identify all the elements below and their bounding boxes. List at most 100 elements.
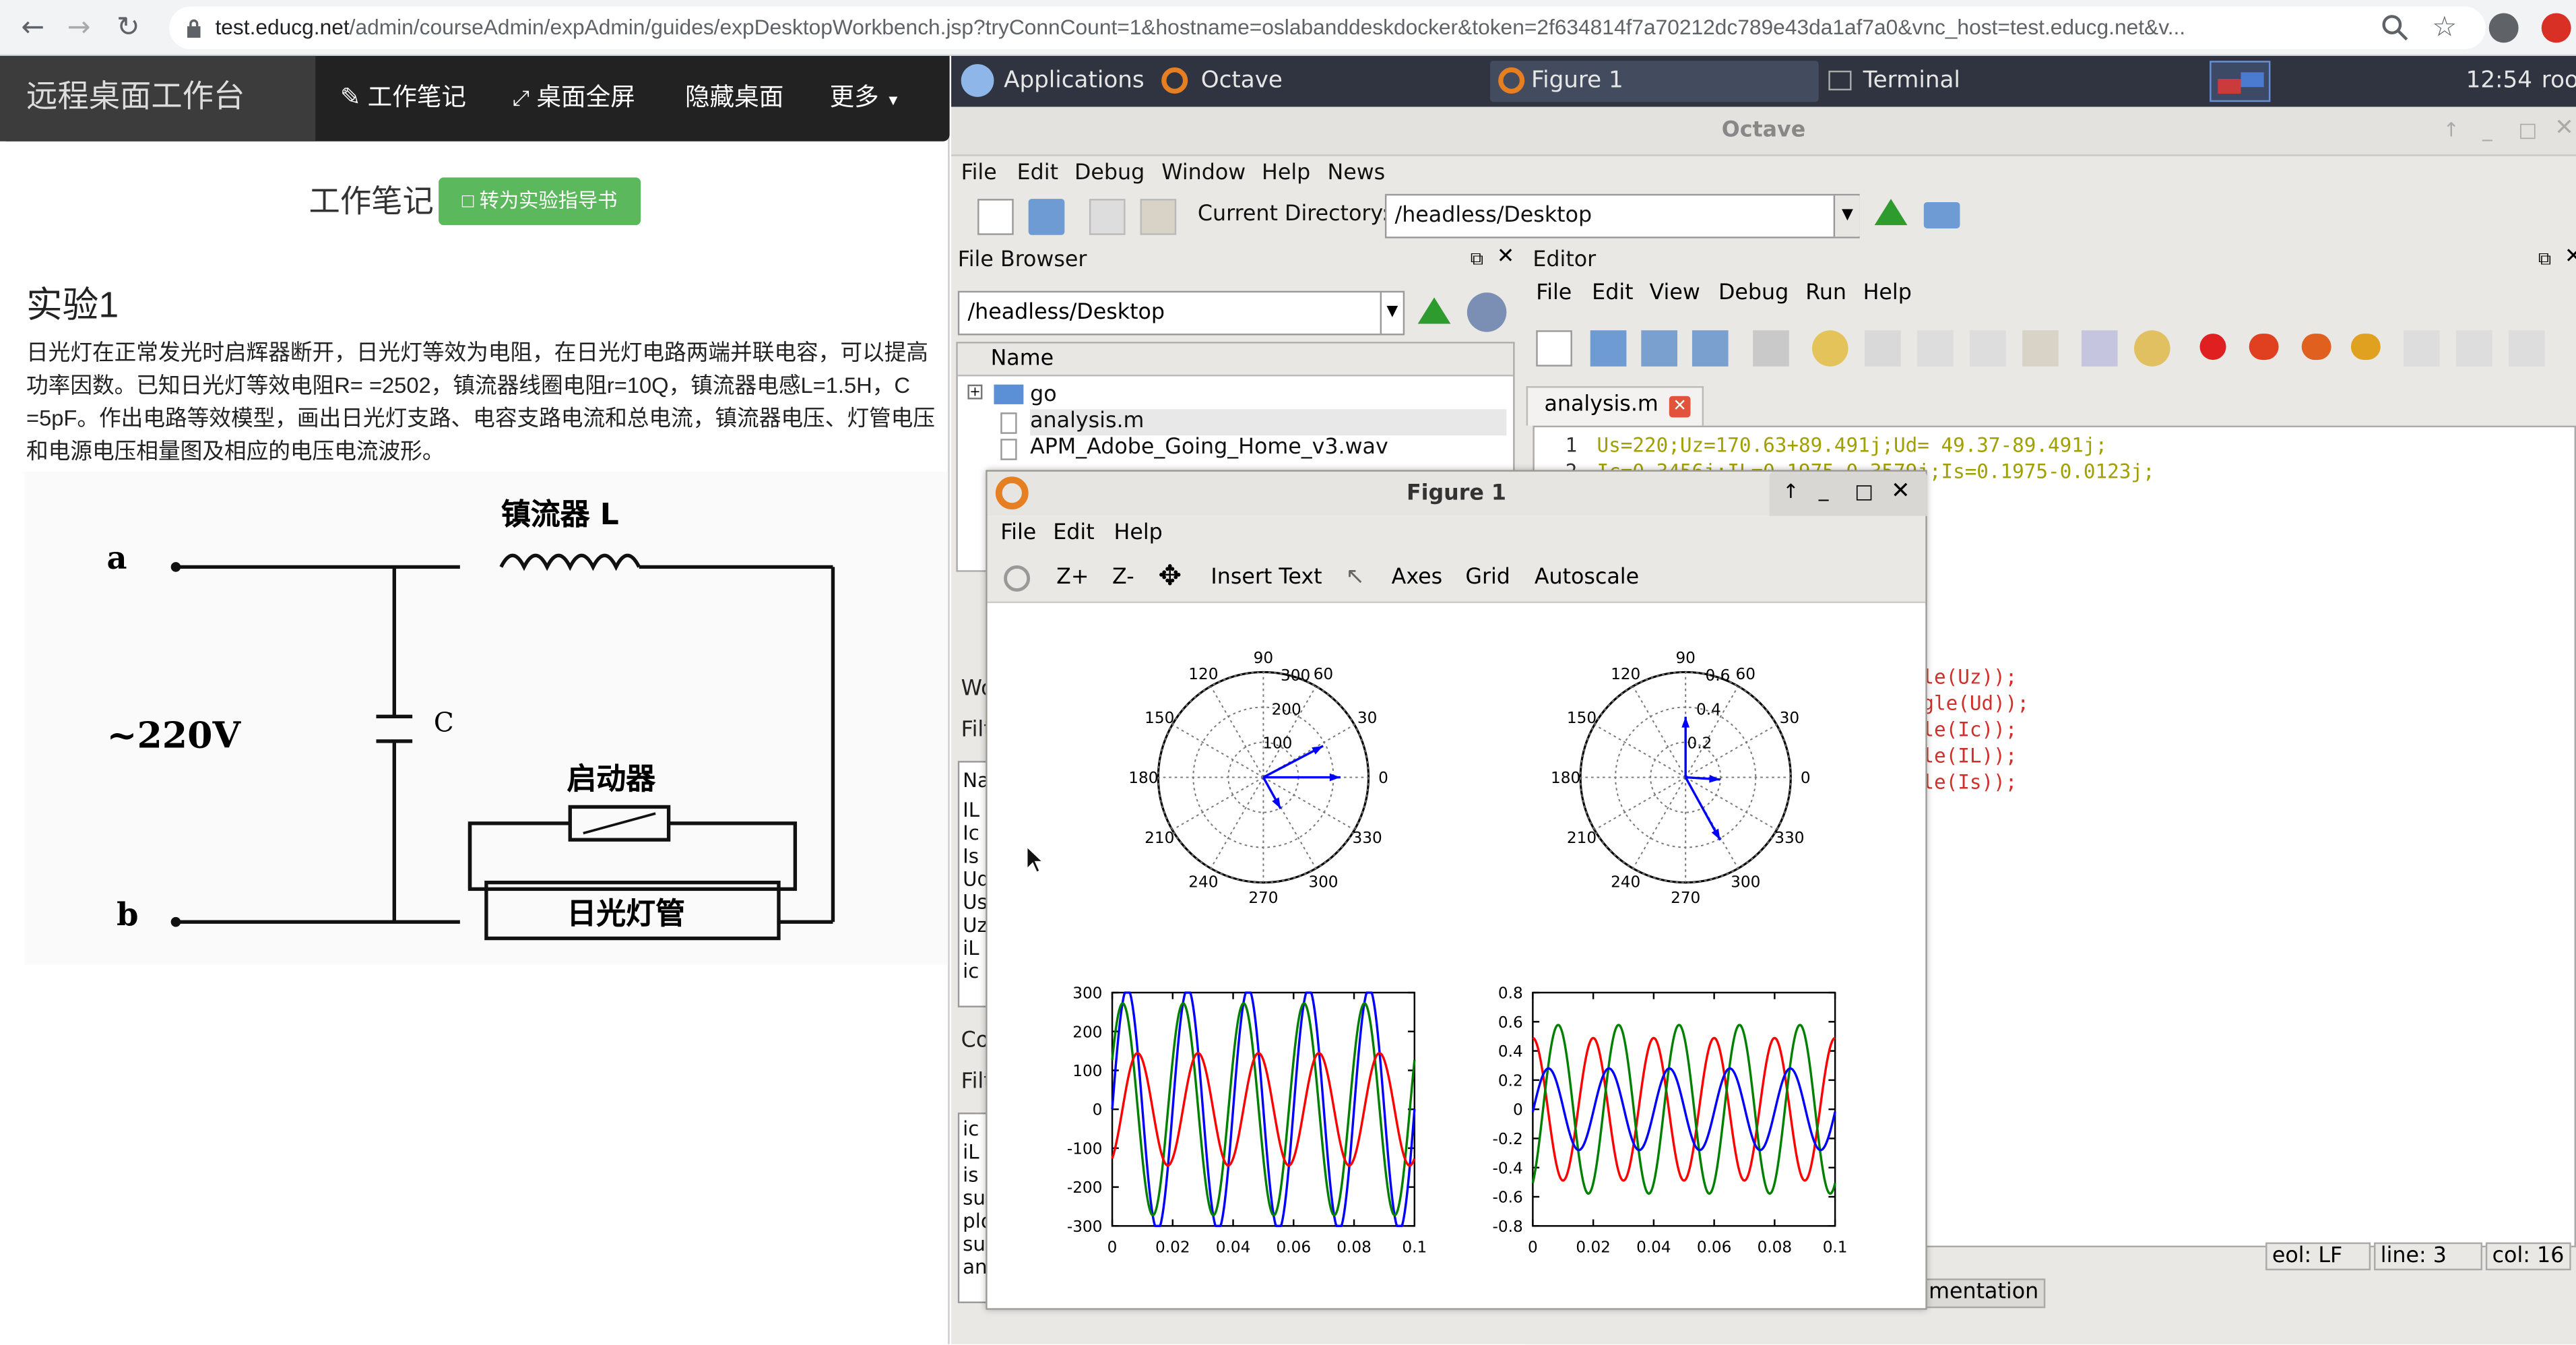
- window-close-icon[interactable]: ✕: [2554, 115, 2574, 142]
- copy-icon[interactable]: [1089, 199, 1126, 235]
- file-browser-up-icon[interactable]: [1417, 297, 1451, 324]
- window-minimize-icon[interactable]: _: [2482, 119, 2492, 142]
- file-browser-settings-icon[interactable]: [1467, 292, 1507, 332]
- autoscale-button[interactable]: Autoscale: [1535, 552, 1639, 603]
- tab-close-icon[interactable]: ✕: [1669, 396, 1691, 418]
- bookmark-star-icon[interactable]: ☆: [2425, 8, 2465, 48]
- insert-text-button[interactable]: Insert Text: [1211, 552, 1322, 603]
- editor-tab-analysis[interactable]: analysis.m ✕: [1526, 386, 1704, 426]
- pan-icon[interactable]: ✥: [1158, 552, 1182, 603]
- workspace-var[interactable]: iL: [963, 937, 979, 960]
- editor-new-icon[interactable]: [1536, 330, 1572, 367]
- taskbar-terminal[interactable]: Terminal: [1863, 56, 1960, 107]
- nav-fullscreen[interactable]: ⤢ 桌面全屏: [513, 56, 635, 142]
- axes-button[interactable]: Axes: [1392, 552, 1443, 603]
- figure-close-icon[interactable]: ✕: [1891, 478, 1910, 505]
- editor-menu-edit[interactable]: Edit: [1592, 274, 1633, 314]
- editor-step-in-icon[interactable]: [2455, 330, 2492, 367]
- grid-button[interactable]: Grid: [1465, 552, 1510, 603]
- workspace-var[interactable]: ic: [963, 960, 979, 982]
- editor-close-dock-icon[interactable]: ✕: [2565, 245, 2576, 270]
- history-item[interactable]: iL: [963, 1141, 979, 1164]
- current-directory-dropdown-icon[interactable]: ▼: [1833, 195, 1860, 237]
- editor-cut-icon[interactable]: [1970, 330, 2006, 367]
- editor-undock-icon[interactable]: ⧉: [2538, 248, 2551, 271]
- workspace-var[interactable]: Ic: [963, 821, 979, 844]
- figure-up-icon[interactable]: ↑: [1782, 480, 1799, 503]
- editor-menu-help[interactable]: Help: [1863, 274, 1912, 314]
- clear-breakpoints-icon[interactable]: [2350, 334, 2381, 361]
- file-item-wav[interactable]: APM_Adobe_Going_Home_v3.wav: [1030, 435, 1388, 462]
- workspace-var[interactable]: Uz: [963, 914, 988, 937]
- plot-canvas[interactable]: 0 30 60 90 120 150 180 210 240 270 300 330 100 200 300…: [987, 604, 1926, 1309]
- file-browser-dropdown-icon[interactable]: ▼: [1380, 292, 1403, 334]
- editor-menu-file[interactable]: File: [1536, 274, 1572, 314]
- file-browser-name-header[interactable]: Name: [957, 343, 1514, 377]
- rotate-icon[interactable]: [1004, 565, 1031, 592]
- zoom-in-button[interactable]: Z+: [1056, 552, 1089, 603]
- editor-save-icon[interactable]: [1641, 330, 1677, 367]
- file-item-go[interactable]: go: [1030, 383, 1057, 409]
- editor-paste-icon[interactable]: [2022, 330, 2059, 367]
- reload-icon[interactable]: ↻: [108, 8, 148, 48]
- up-directory-icon[interactable]: [1874, 199, 1908, 226]
- figure-maximize-icon[interactable]: □: [1855, 480, 1873, 503]
- previous-breakpoint-icon[interactable]: [2301, 334, 2331, 361]
- file-item-analysis[interactable]: analysis.m: [1030, 409, 1507, 436]
- taskbar-octave[interactable]: Octave: [1201, 56, 1283, 107]
- workbench-brand[interactable]: 远程桌面工作台: [0, 55, 316, 142]
- convert-to-guide-button[interactable]: □ 转为实验指导书: [439, 177, 641, 226]
- editor-save-as-icon[interactable]: [1692, 330, 1729, 367]
- editor-open-icon[interactable]: [1590, 330, 1627, 367]
- editor-run-icon[interactable]: [2133, 330, 2170, 367]
- undock-icon[interactable]: ⧉: [1471, 248, 1483, 271]
- menu-debug[interactable]: Debug: [1074, 156, 1145, 193]
- editor-redo-icon[interactable]: [1865, 330, 1901, 367]
- back-icon[interactable]: ←: [13, 8, 53, 48]
- nav-work-notes[interactable]: ✎ 工作笔记: [340, 56, 466, 142]
- window-maximize-icon[interactable]: □: [2519, 119, 2538, 142]
- new-script-icon[interactable]: [977, 199, 1014, 235]
- workspace-switcher[interactable]: [2210, 61, 2271, 102]
- nav-hide-desktop[interactable]: 隐藏桌面: [685, 56, 783, 142]
- menu-news[interactable]: News: [1328, 156, 1386, 193]
- editor-step-out-icon[interactable]: [2509, 330, 2545, 367]
- taskbar-figure[interactable]: Figure 1: [1531, 56, 1623, 107]
- open-folder-icon[interactable]: [1028, 199, 1065, 235]
- address-bar[interactable]: test.educg.net/admin/courseAdmin/expAdmi…: [169, 6, 2486, 50]
- browse-directory-icon[interactable]: [1923, 201, 1960, 228]
- current-directory-input[interactable]: /headless/Desktop: [1384, 193, 1860, 239]
- editor-find-icon[interactable]: [2081, 330, 2118, 367]
- editor-menu-run[interactable]: Run: [1805, 274, 1846, 314]
- workspace-var[interactable]: IL: [963, 799, 979, 821]
- extension-icon[interactable]: [2541, 13, 2571, 43]
- editor-step-icon[interactable]: [2403, 330, 2440, 367]
- figure-menu-help[interactable]: Help: [1114, 516, 1162, 553]
- history-item[interactable]: su: [963, 1187, 986, 1210]
- select-pointer-icon[interactable]: ↖: [1345, 552, 1365, 603]
- history-item[interactable]: ic: [963, 1117, 979, 1140]
- editor-menu-view[interactable]: View: [1650, 274, 1700, 314]
- menu-help[interactable]: Help: [1262, 156, 1310, 193]
- forward-icon[interactable]: →: [59, 8, 99, 48]
- nav-more[interactable]: 更多 ▼: [830, 56, 901, 142]
- workspace-var[interactable]: Us: [963, 891, 988, 914]
- workspace-var[interactable]: Is: [963, 845, 979, 868]
- paste-icon[interactable]: [1140, 199, 1177, 235]
- menu-edit[interactable]: Edit: [1017, 156, 1058, 193]
- expand-icon[interactable]: +: [967, 384, 983, 400]
- editor-undo-icon[interactable]: [1811, 330, 1848, 367]
- zoom-icon[interactable]: [2375, 8, 2415, 48]
- history-item[interactable]: is: [963, 1164, 978, 1187]
- close-dock-icon[interactable]: ✕: [1497, 245, 1515, 270]
- window-up-icon[interactable]: ↑: [2443, 119, 2459, 142]
- applications-menu[interactable]: Applications: [1004, 56, 1145, 107]
- figure-menu-file[interactable]: File: [1000, 516, 1036, 553]
- next-breakpoint-icon[interactable]: [2249, 334, 2279, 361]
- editor-print-icon[interactable]: [1753, 330, 1789, 367]
- editor-menu-debug[interactable]: Debug: [1718, 274, 1789, 314]
- menu-window[interactable]: Window: [1161, 156, 1246, 193]
- breakpoint-icon[interactable]: [2199, 334, 2226, 361]
- file-browser-path[interactable]: /headless/Desktop: [957, 290, 1405, 336]
- editor-copy-icon[interactable]: [1917, 330, 1954, 367]
